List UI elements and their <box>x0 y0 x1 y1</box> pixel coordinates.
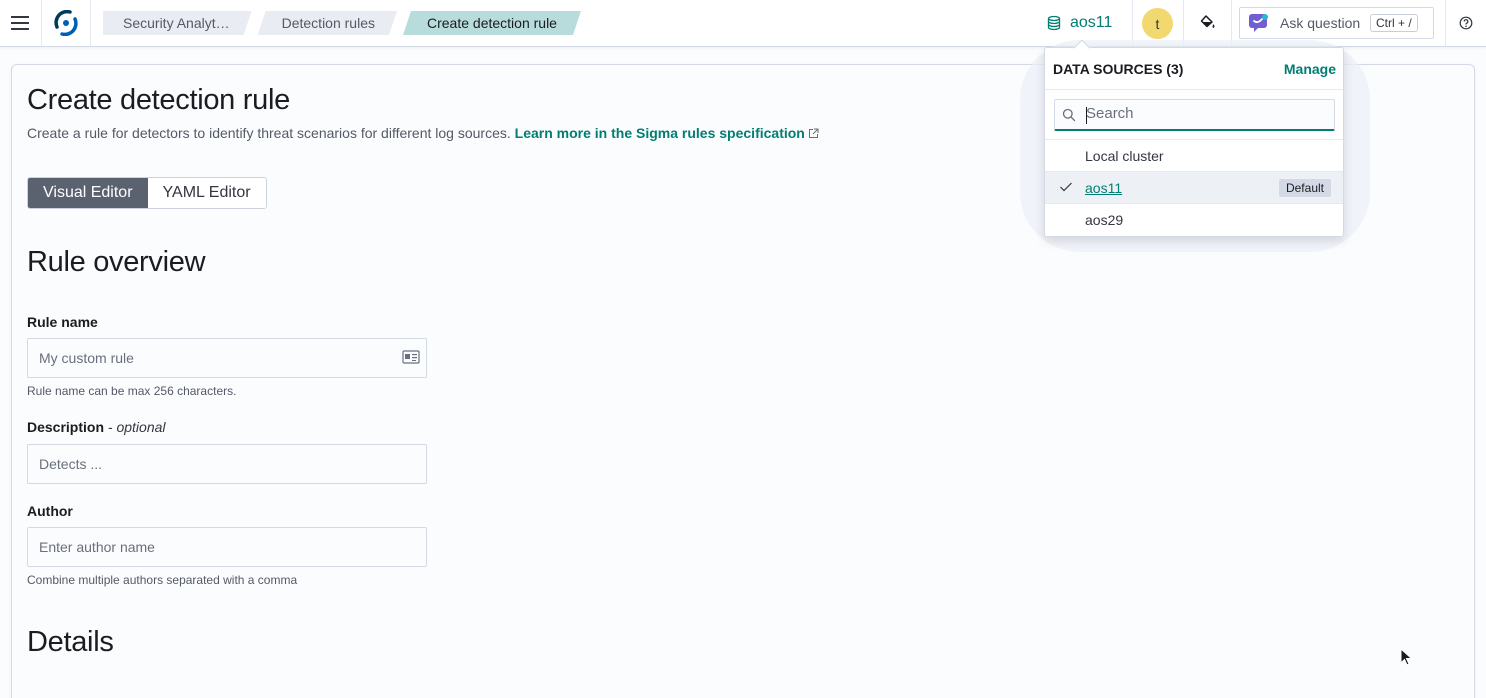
menu-button[interactable] <box>0 0 40 46</box>
description-optional-text: - optional <box>107 419 166 435</box>
check-icon <box>1060 182 1072 192</box>
data-source-option-aos11[interactable]: aos11 Default <box>1045 171 1343 203</box>
help-button[interactable] <box>1452 0 1480 46</box>
description-label-text: Description <box>27 419 105 435</box>
page-title: Create detection rule <box>27 84 290 116</box>
tab-yaml-editor[interactable]: YAML Editor <box>147 178 266 208</box>
search-icon <box>1062 108 1076 122</box>
description-input[interactable] <box>39 456 379 472</box>
author-label: Author <box>27 503 73 519</box>
rule-name-input[interactable] <box>39 350 379 366</box>
data-source-option-local-cluster[interactable]: Local cluster <box>1045 139 1343 171</box>
data-sources-popover: DATA SOURCES (3) Manage Local cluster ao… <box>1044 47 1344 237</box>
author-field[interactable] <box>27 527 427 567</box>
popover-header: DATA SOURCES (3) Manage <box>1045 48 1343 90</box>
rule-name-label: Rule name <box>27 314 98 330</box>
option-label: Local cluster <box>1085 148 1164 164</box>
text-caret <box>1086 107 1087 124</box>
data-sources-title: DATA SOURCES (3) <box>1053 61 1184 77</box>
default-badge: Default <box>1278 179 1331 197</box>
breadcrumb-create-detection-rule: Create detection rule <box>403 11 581 35</box>
manage-link[interactable]: Manage <box>1284 61 1336 77</box>
paint-bucket-icon <box>1200 15 1215 28</box>
hamburger-icon <box>11 16 29 30</box>
external-link-icon <box>808 128 819 138</box>
avatar[interactable]: t <box>1142 8 1173 39</box>
data-source-search[interactable] <box>1054 99 1335 131</box>
page-subtitle: Create a rule for detectors to identify … <box>27 125 819 141</box>
tab-visual-editor[interactable]: Visual Editor <box>28 178 148 208</box>
database-icon <box>1047 15 1061 31</box>
contact-card-icon <box>402 350 420 364</box>
ask-question-input[interactable]: Ask question Ctrl + / <box>1239 7 1434 39</box>
rule-name-help: Rule name can be max 256 characters. <box>27 384 237 398</box>
keyboard-shortcut: Ctrl + / <box>1370 14 1418 32</box>
rule-name-field[interactable] <box>27 338 427 378</box>
option-label: aos29 <box>1085 212 1124 228</box>
rule-overview-heading: Rule overview <box>27 246 206 278</box>
home-logo[interactable] <box>42 0 90 46</box>
data-source-search-input[interactable] <box>1086 105 1326 122</box>
data-source-label: aos11 <box>1070 14 1113 31</box>
mouse-cursor-icon <box>1400 648 1413 666</box>
breadcrumb-detection-rules[interactable]: Detection rules <box>258 11 397 35</box>
sigma-spec-link[interactable]: Learn more in the Sigma rules specificat… <box>515 125 819 141</box>
data-source-option-aos29[interactable]: aos29 <box>1045 203 1343 235</box>
ask-question-placeholder: Ask question <box>1280 15 1360 31</box>
assistant-chat-icon <box>1249 14 1268 32</box>
opensearch-logo-icon <box>54 10 78 36</box>
details-heading: Details <box>27 626 114 658</box>
author-help: Combine multiple authors separated with … <box>27 573 298 587</box>
breadcrumb-security-analytics[interactable]: Security Analyt… <box>103 11 252 35</box>
page-subtitle-text: Create a rule for detectors to identify … <box>27 125 511 141</box>
description-label: Description - optional <box>27 419 166 435</box>
editor-toggle: Visual Editor YAML Editor <box>27 177 267 209</box>
header-divider <box>90 0 91 46</box>
description-field[interactable] <box>27 444 427 484</box>
sigma-spec-link-text: Learn more in the Sigma rules specificat… <box>514 125 805 141</box>
header-divider <box>1445 0 1446 46</box>
help-icon <box>1459 16 1473 30</box>
breadcrumb: Security Analyt… Detection rules Create … <box>103 11 587 35</box>
author-input[interactable] <box>39 539 379 555</box>
option-label: aos11 <box>1085 180 1123 196</box>
